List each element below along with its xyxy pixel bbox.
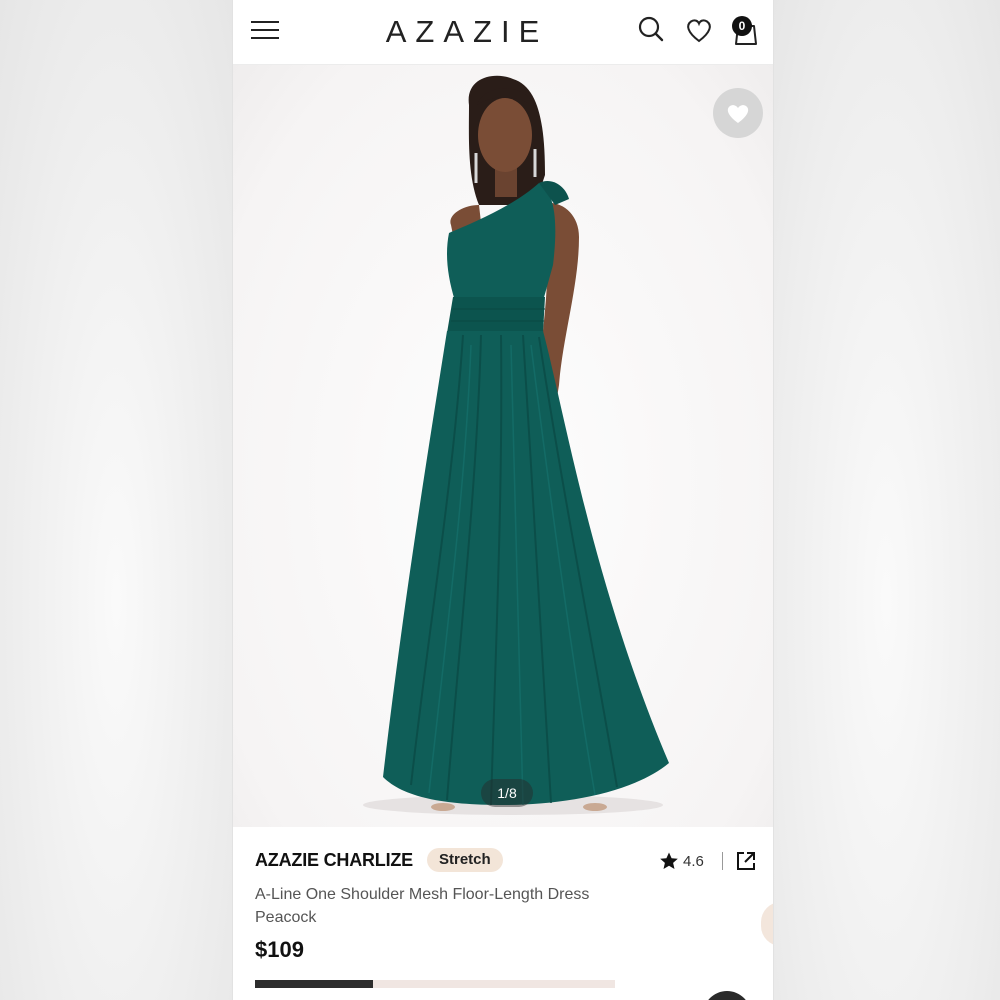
product-title: A-Line One Shoulder Mesh Floor-Length Dr…	[255, 886, 590, 903]
heart-icon	[727, 105, 749, 123]
image-pager: 1/8	[481, 779, 533, 807]
product-info: AZAZIE CHARLIZE Stretch 4.6 A-Line One S…	[233, 827, 773, 1000]
rating-value[interactable]: 4.6	[683, 853, 704, 870]
search-icon[interactable]	[635, 14, 667, 46]
promo-strip[interactable]	[255, 980, 615, 988]
menu-icon[interactable]	[251, 18, 281, 42]
star-icon	[660, 852, 678, 869]
cart-count-badge: 0	[732, 16, 752, 36]
rating-divider	[722, 852, 723, 870]
brand-logo[interactable]: AZAZIE	[367, 14, 567, 50]
product-color-name: Peacock	[255, 909, 317, 926]
product-price: $109	[255, 937, 304, 962]
product-brand-name[interactable]: AZAZIE CHARLIZE	[255, 850, 413, 871]
product-image-gallery[interactable]: 1/8	[233, 65, 773, 827]
rating-share-bar: 4.6	[651, 846, 771, 876]
product-photo	[363, 75, 669, 815]
stretch-badge: Stretch	[427, 848, 503, 872]
add-to-wishlist-button[interactable]	[713, 88, 763, 138]
floating-action-button[interactable]	[703, 991, 751, 1000]
promo-strip-tag	[255, 980, 373, 988]
side-chat-tab[interactable]	[761, 902, 773, 946]
share-icon[interactable]	[735, 850, 757, 872]
product-description: A-Line One Shoulder Mesh Floor-Length Dr…	[255, 883, 589, 929]
top-nav-bar: AZAZIE 0	[233, 0, 773, 65]
left-backdrop	[0, 0, 232, 1000]
heart-icon[interactable]	[683, 14, 715, 46]
product-page: AZAZIE 0 1/8 AZAZIE CHARLIZE Stretch 4.6…	[232, 0, 774, 1000]
right-backdrop	[772, 0, 1000, 1000]
